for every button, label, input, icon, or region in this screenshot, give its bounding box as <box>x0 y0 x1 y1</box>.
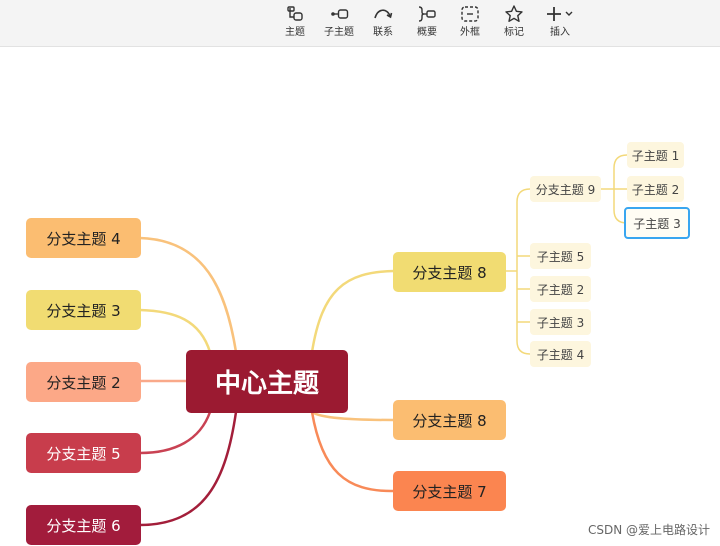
branch-label: 分支主题 3 <box>46 301 121 320</box>
sub-subtopic-3-selected[interactable]: 子主题 3 <box>624 207 690 239</box>
boundary-button[interactable]: 外框 <box>448 4 492 44</box>
insert-label: 插入 <box>550 27 570 38</box>
branch-topic-5[interactable]: 分支主题 5 <box>26 433 141 473</box>
subtopic-label: 子主题 3 <box>536 315 585 330</box>
summary-label: 概要 <box>417 27 437 38</box>
plus-dropdown-icon <box>547 7 573 21</box>
central-topic[interactable]: 中心主题 <box>186 350 348 413</box>
sub-subtopic-2[interactable]: 子主题 2 <box>627 176 684 202</box>
branch-label: 分支主题 7 <box>412 482 487 501</box>
branch-label: 分支主题 4 <box>46 229 121 248</box>
boundary-label: 外框 <box>460 27 480 38</box>
subtopic-4[interactable]: 子主题 4 <box>530 341 591 367</box>
connector-branch-3 <box>138 308 212 354</box>
subtopic-label: 子主题 3 <box>633 216 681 231</box>
branch-label: 分支主题 8 <box>412 263 487 282</box>
relationship-icon <box>374 9 393 19</box>
star-icon <box>505 5 523 22</box>
subtopic-branch-9[interactable]: 分支主题 9 <box>530 176 601 202</box>
watermark: CSDN @爱上电路设计 <box>587 523 710 537</box>
branch-label: 分支主题 5 <box>46 444 121 463</box>
subtopic-button[interactable]: 子主题 <box>317 4 361 44</box>
topic-icon <box>287 6 303 21</box>
connector-branch-7 <box>310 410 396 493</box>
summary-icon <box>418 6 436 22</box>
branch-label: 分支主题 6 <box>46 516 121 535</box>
subtopic-3[interactable]: 子主题 3 <box>530 309 591 335</box>
subtopic-label: 子主题 1 <box>631 148 680 163</box>
relationship-button[interactable]: 联系 <box>361 4 405 44</box>
branch-topic-8-lower[interactable]: 分支主题 8 <box>393 400 506 440</box>
marker-button[interactable]: 标记 <box>492 4 536 44</box>
branch-label: 分支主题 2 <box>46 373 121 392</box>
central-topic-label: 中心主题 <box>214 369 319 399</box>
subtopic-label: 子主题 2 <box>536 282 585 297</box>
insert-button[interactable]: 插入 <box>538 4 582 44</box>
subtopic-5[interactable]: 子主题 5 <box>530 243 591 269</box>
branch-topic-3[interactable]: 分支主题 3 <box>26 290 141 330</box>
connector-branch-5 <box>138 410 212 455</box>
branch-topic-8-upper[interactable]: 分支主题 8 <box>393 252 506 292</box>
sub-subtopic-1[interactable]: 子主题 1 <box>627 142 684 168</box>
subtopic-2[interactable]: 子主题 2 <box>530 276 591 302</box>
connector-subtopics <box>516 188 531 355</box>
toolbar: 主题 子主题 联系 概要 外框 标记 插入 <box>0 0 720 47</box>
branch-topic-6[interactable]: 分支主题 6 <box>26 505 141 545</box>
branch-label: 分支主题 8 <box>412 411 487 430</box>
marker-label: 标记 <box>504 27 524 38</box>
subtopic-label: 子主题 4 <box>536 347 585 362</box>
subtopic-label: 子主题 <box>324 27 354 38</box>
subtopic-icon <box>331 9 349 19</box>
relationship-label: 联系 <box>373 27 393 38</box>
boundary-icon <box>461 6 479 22</box>
connector-branch-8b <box>310 410 396 422</box>
topic-label: 主题 <box>285 27 305 38</box>
topic-button[interactable]: 主题 <box>273 4 317 44</box>
branch-topic-4[interactable]: 分支主题 4 <box>26 218 141 258</box>
branch-topic-2[interactable]: 分支主题 2 <box>26 362 141 402</box>
subtopic-label: 子主题 5 <box>536 249 585 264</box>
branch-topic-7[interactable]: 分支主题 7 <box>393 471 506 511</box>
subtopic-label: 分支主题 9 <box>535 182 596 197</box>
summary-button[interactable]: 概要 <box>405 4 449 44</box>
connector-branch-6 <box>138 410 238 527</box>
connector-branch-4 <box>138 236 238 354</box>
connector-branch-8a <box>310 269 396 354</box>
subtopic-label: 子主题 2 <box>631 182 680 197</box>
